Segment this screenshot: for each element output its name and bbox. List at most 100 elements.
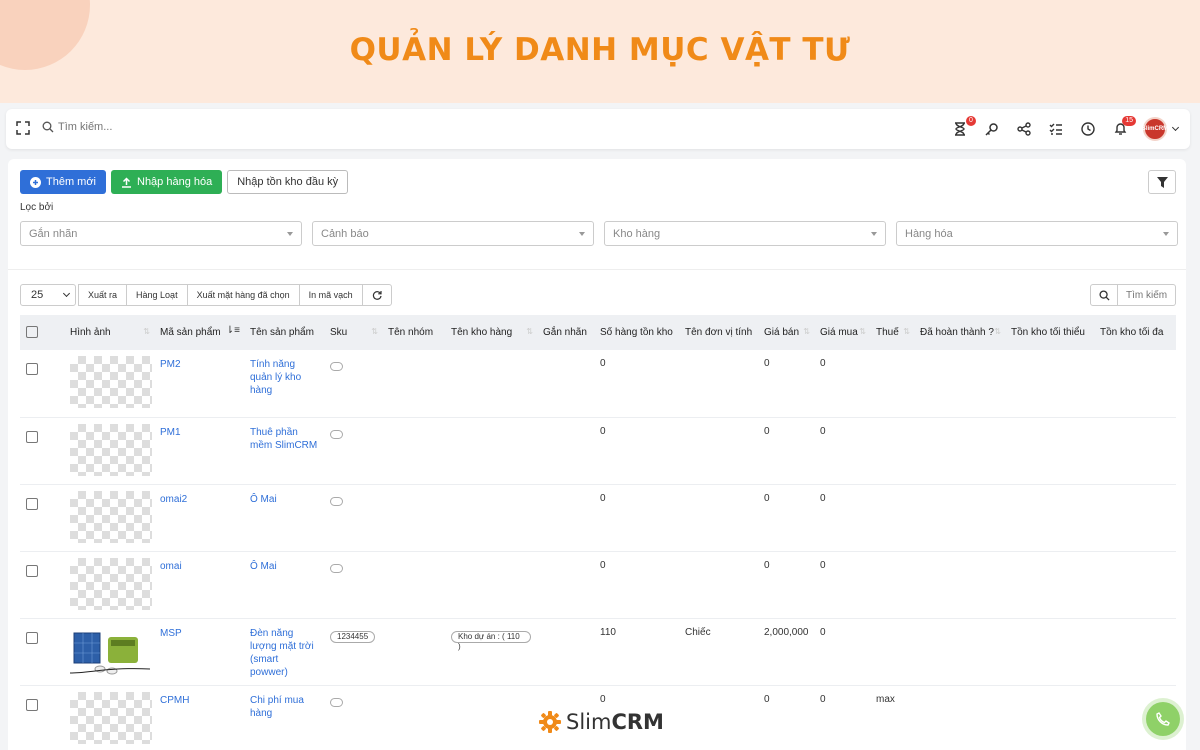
col-sku[interactable]: Sku ⇅ bbox=[324, 315, 382, 350]
export-selected-button[interactable]: Xuất mặt hàng đã chọn bbox=[186, 284, 300, 306]
tax-cell bbox=[870, 417, 914, 485]
product-name-link[interactable]: Đèn năng lượng mặt trời (smart powwer) bbox=[244, 618, 324, 686]
app-window: 0 15 SlimCRM bbox=[0, 103, 1200, 750]
row-checkbox[interactable] bbox=[26, 631, 38, 644]
row-checkbox[interactable] bbox=[26, 430, 38, 443]
done-cell bbox=[914, 350, 1005, 418]
col-done[interactable]: Đã hoàn thành ? ⇅ bbox=[914, 315, 1005, 350]
row-checkbox[interactable] bbox=[26, 363, 38, 375]
filter-by-label: Lọc bởi bbox=[20, 202, 54, 213]
tax-cell: max bbox=[870, 685, 914, 750]
table-row[interactable]: PM2 Tính năng quản lý kho hàng 0 0 0 bbox=[20, 350, 1176, 418]
max-stock-cell bbox=[1094, 484, 1176, 552]
col-code[interactable]: Mã sản phẩm ⇂≡ bbox=[154, 315, 244, 350]
print-barcode-button[interactable]: In mã vạch bbox=[298, 284, 363, 306]
product-name-link[interactable]: Tính năng quản lý kho hàng bbox=[244, 350, 324, 418]
page-size-select[interactable]: 25 bbox=[20, 284, 76, 306]
col-name[interactable]: Tên sản phẩm bbox=[244, 315, 324, 350]
product-code-link[interactable]: MSP bbox=[154, 618, 244, 686]
col-cost-label: Giá mua bbox=[820, 327, 858, 338]
timer-tool[interactable]: 0 bbox=[951, 116, 976, 141]
history-tool[interactable] bbox=[1079, 117, 1097, 141]
share-tool[interactable] bbox=[1015, 117, 1033, 141]
notification-tool[interactable]: 15 bbox=[1111, 116, 1136, 141]
row-checkbox[interactable] bbox=[26, 564, 38, 577]
warehouse-filter-select[interactable]: Kho hàng bbox=[604, 221, 886, 246]
image-cell bbox=[64, 417, 154, 485]
import-goods-button[interactable]: Nhập hàng hóa bbox=[111, 170, 223, 194]
product-code-link[interactable]: CPMH bbox=[154, 685, 244, 750]
col-group[interactable]: Tên nhóm bbox=[382, 315, 445, 350]
product-name-link[interactable]: Ô Mai bbox=[244, 551, 324, 619]
col-tax[interactable]: Thuế ⇅ bbox=[870, 315, 914, 350]
key-search-tool[interactable] bbox=[983, 117, 1001, 141]
page-size-value: 25 bbox=[31, 289, 44, 301]
section-divider bbox=[8, 269, 1186, 270]
col-tag[interactable]: Gắn nhãn bbox=[537, 315, 594, 350]
product-name-link[interactable]: Thuê phần mềm SlimCRM bbox=[244, 417, 324, 485]
filter-toggle-button[interactable] bbox=[1148, 170, 1176, 194]
fullscreen-icon[interactable] bbox=[16, 121, 30, 135]
select-all-checkbox[interactable] bbox=[26, 326, 38, 338]
table-row[interactable]: MSP Đèn năng lượng mặt trời (smart powwe… bbox=[20, 618, 1176, 686]
product-name-link[interactable]: Chi phí mua hàng bbox=[244, 685, 324, 750]
product-code-link[interactable]: omai2 bbox=[154, 484, 244, 552]
call-button[interactable] bbox=[1146, 702, 1180, 736]
col-price[interactable]: Giá bán ⇅ bbox=[758, 315, 814, 350]
add-new-button[interactable]: Thêm mới bbox=[20, 170, 106, 194]
table-row[interactable]: omai Ô Mai 0 0 0 bbox=[20, 551, 1176, 619]
table-row[interactable]: PM1 Thuê phần mềm SlimCRM 0 0 0 bbox=[20, 417, 1176, 485]
col-stock[interactable]: Số hàng tồn kho bbox=[594, 315, 679, 350]
table-search-button[interactable] bbox=[1090, 284, 1118, 306]
sku-empty-badge bbox=[330, 496, 343, 506]
export-button[interactable]: Xuất ra bbox=[78, 284, 128, 306]
user-menu[interactable]: SlimCRM bbox=[1142, 117, 1180, 141]
min-stock-cell bbox=[1005, 685, 1094, 750]
action-buttons: Thêm mới Nhập hàng hóa Nhập tồn kho đầu … bbox=[20, 170, 349, 194]
caret-down-icon bbox=[287, 231, 293, 236]
col-unit[interactable]: Tên đơn vị tính bbox=[679, 315, 758, 350]
col-min-stock[interactable]: Tồn kho tối thiểu bbox=[1005, 315, 1094, 350]
opening-stock-button[interactable]: Nhập tồn kho đầu kỳ bbox=[227, 170, 349, 194]
warning-filter-select[interactable]: Cảnh báo bbox=[312, 221, 594, 246]
select-all-cell bbox=[20, 315, 64, 350]
product-code-link[interactable]: PM1 bbox=[154, 417, 244, 485]
banner-title: QUẢN LÝ DANH MỤC VẬT TƯ bbox=[349, 32, 851, 68]
refresh-button[interactable] bbox=[361, 284, 392, 306]
brand-bold: CRM bbox=[611, 710, 664, 734]
col-min-stock-label: Tồn kho tối thiểu bbox=[1011, 327, 1085, 338]
price-cell: 0 bbox=[758, 551, 814, 619]
global-search[interactable] bbox=[42, 121, 258, 133]
table-row[interactable]: omai2 Ô Mai 0 0 0 bbox=[20, 484, 1176, 552]
tag-filter-select[interactable]: Gắn nhãn bbox=[20, 221, 302, 246]
col-cost[interactable]: Giá mua ⇅ bbox=[814, 315, 870, 350]
row-checkbox[interactable] bbox=[26, 698, 38, 711]
goods-filter-select[interactable]: Hàng hóa bbox=[896, 221, 1178, 246]
col-image[interactable]: Hình ảnh ⇅ bbox=[64, 315, 154, 350]
row-select-cell bbox=[20, 618, 64, 686]
price-cell: 0 bbox=[758, 484, 814, 552]
col-max-stock[interactable]: Tồn kho tối đa bbox=[1094, 315, 1176, 350]
col-warehouse[interactable]: Tên kho hàng ⇅ bbox=[445, 315, 537, 350]
table-search-input[interactable] bbox=[1118, 284, 1176, 306]
table-search bbox=[1090, 284, 1176, 306]
cost-cell: 0 bbox=[814, 417, 870, 485]
avatar[interactable]: SlimCRM bbox=[1142, 117, 1168, 141]
bulk-actions-button[interactable]: Hàng Loạt bbox=[126, 284, 188, 306]
price-cell: 0 bbox=[758, 685, 814, 750]
product-code-link[interactable]: omai bbox=[154, 551, 244, 619]
product-table: Hình ảnh ⇅ Mã sản phẩm ⇂≡ Tên sản phẩm Sku… bbox=[20, 315, 1176, 750]
global-search-input[interactable] bbox=[58, 121, 258, 133]
stock-cell: 110 bbox=[594, 618, 679, 686]
import-goods-label: Nhập hàng hóa bbox=[137, 176, 213, 188]
funnel-icon bbox=[1156, 176, 1168, 188]
col-stock-label: Số hàng tồn kho bbox=[600, 327, 673, 338]
product-code-link[interactable]: PM2 bbox=[154, 350, 244, 418]
checklist-tool[interactable] bbox=[1047, 117, 1065, 141]
col-name-label: Tên sản phẩm bbox=[250, 327, 314, 338]
tax-cell bbox=[870, 484, 914, 552]
brand-logo: SlimCRM bbox=[538, 710, 664, 734]
product-name-link[interactable]: Ô Mai bbox=[244, 484, 324, 552]
sku-cell: 1234455 bbox=[324, 618, 382, 686]
row-checkbox[interactable] bbox=[26, 497, 38, 510]
